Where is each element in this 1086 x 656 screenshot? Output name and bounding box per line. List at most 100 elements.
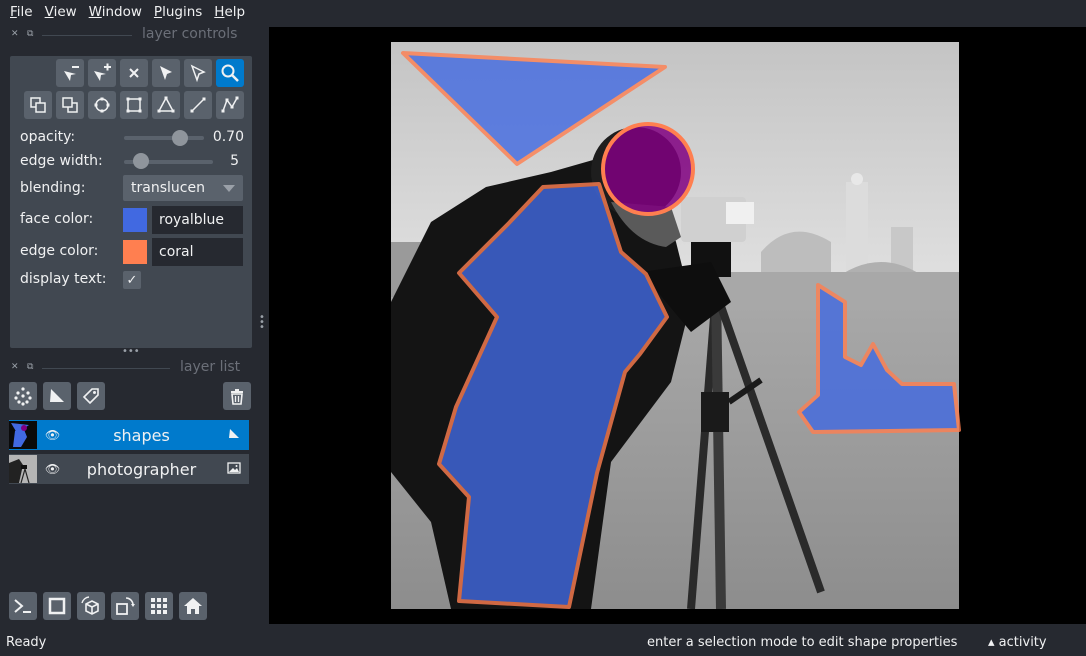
grid-view-button[interactable] [145, 592, 173, 620]
delete-shape-button[interactable] [120, 59, 148, 87]
add-point-button[interactable] [88, 59, 116, 87]
transpose-dims-button[interactable] [111, 592, 139, 620]
person-polygon-shape[interactable] [437, 182, 669, 609]
remove-point-icon [64, 66, 79, 81]
magnifier-icon [221, 64, 239, 82]
float-dock-icon[interactable]: ⧉ [27, 29, 33, 39]
chevron-down-icon [223, 185, 235, 192]
edge-color-swatch[interactable] [123, 240, 147, 264]
menu-help[interactable]: Help [208, 4, 251, 20]
layer-row-photographer[interactable]: 👁 photographer [9, 454, 249, 484]
grid-icon [151, 598, 167, 614]
cube-rotate-icon [81, 596, 99, 615]
close-dock-icon[interactable]: ✕ [11, 29, 19, 39]
dock-splitter-handle[interactable]: • • • [259, 313, 265, 333]
add-point-icon [94, 63, 111, 81]
layer-thumbnail [9, 455, 37, 483]
rectangle-icon [126, 97, 142, 113]
layer-list-title: layer list [180, 359, 241, 375]
layer-thumbnail [9, 421, 37, 449]
shapes-icon [50, 389, 64, 402]
triangle-icon [157, 96, 175, 113]
menu-window[interactable]: Window [83, 4, 148, 20]
blending-label: blending: [20, 180, 86, 196]
face-color-swatch[interactable] [123, 208, 147, 232]
move-back-icon [30, 97, 46, 113]
edge-width-value[interactable]: 5 [210, 153, 239, 169]
face-color-label: face color: [20, 211, 94, 227]
menu-bar: File View Window Plugins Help [0, 0, 1086, 24]
add-ellipse-button[interactable] [88, 91, 116, 119]
tag-icon [82, 388, 99, 405]
home-button[interactable] [179, 592, 207, 620]
edge-width-slider-handle[interactable] [133, 153, 149, 169]
new-labels-layer-button[interactable] [77, 382, 105, 410]
move-back-button[interactable] [24, 91, 52, 119]
home-icon [184, 598, 202, 614]
edge-width-label: edge width: [20, 153, 103, 169]
path-icon [221, 96, 239, 113]
delete-layer-button[interactable] [223, 382, 251, 410]
select-shape-button[interactable] [152, 59, 180, 87]
edge-color-input[interactable]: coral [152, 238, 243, 266]
new-shapes-layer-button[interactable] [43, 382, 71, 410]
remove-point-button[interactable] [56, 59, 84, 87]
layer-controls-title: layer controls [142, 26, 238, 42]
square-icon [48, 597, 66, 615]
move-front-button[interactable] [56, 91, 84, 119]
image-layer-type-icon [227, 461, 241, 479]
opacity-value[interactable]: 0.70 [206, 129, 244, 145]
blending-value: translucen [131, 180, 205, 196]
add-rectangle-button[interactable] [120, 91, 148, 119]
shapes-layer-type-icon [227, 427, 241, 445]
panel-splitter-handle[interactable]: ••• [122, 346, 140, 357]
add-polygon-button[interactable] [152, 91, 180, 119]
trash-icon [231, 389, 243, 405]
move-front-icon [62, 97, 78, 113]
toggle-ndisplay-button[interactable] [43, 592, 71, 620]
activity-button[interactable]: ▴ activity [988, 635, 1047, 650]
menu-file[interactable]: File [4, 4, 39, 20]
close-dock-icon[interactable]: ✕ [11, 362, 19, 372]
direct-select-button[interactable] [184, 59, 212, 87]
transpose-icon [116, 597, 135, 615]
menu-plugins[interactable]: Plugins [148, 4, 208, 20]
opacity-label: opacity: [20, 129, 76, 145]
l-shape-polygon[interactable] [797, 283, 961, 434]
title-divider [42, 35, 132, 36]
add-line-button[interactable] [184, 91, 212, 119]
shapes-overlay [401, 51, 961, 609]
new-points-layer-button[interactable] [9, 382, 37, 410]
layer-name[interactable]: photographer [49, 460, 234, 479]
edge-color-label: edge color: [20, 243, 99, 259]
viewer-canvas[interactable] [269, 27, 1086, 624]
menu-view[interactable]: View [39, 4, 83, 20]
add-path-button[interactable] [216, 91, 244, 119]
ellipse-shape[interactable] [601, 122, 695, 216]
console-button[interactable] [9, 592, 37, 620]
roll-dims-button[interactable] [77, 592, 105, 620]
status-bar: Ready enter a selection mode to edit sha… [0, 628, 1086, 656]
opacity-slider-handle[interactable] [172, 130, 188, 146]
layer-controls-panel: opacity: 0.70 edge width: 5 blending: tr… [10, 56, 252, 348]
status-message: Ready [6, 634, 47, 650]
pan-zoom-button[interactable] [216, 59, 244, 87]
face-color-input[interactable]: royalblue [152, 206, 243, 234]
line-icon [190, 97, 206, 113]
arrow-filled-icon [160, 66, 172, 80]
display-text-checkbox[interactable]: ✓ [123, 271, 141, 289]
display-text-label: display text: [20, 271, 107, 287]
layer-row-shapes[interactable]: 👁 shapes [9, 420, 249, 450]
close-icon [129, 68, 139, 78]
console-icon [14, 599, 31, 613]
points-icon [14, 387, 32, 406]
chevron-up-icon: ▴ [988, 634, 995, 650]
opacity-slider[interactable] [124, 136, 204, 140]
title-divider [42, 368, 170, 369]
status-hint: enter a selection mode to edit shape pro… [647, 634, 958, 650]
blending-select[interactable]: translucen [123, 175, 243, 201]
layer-name[interactable]: shapes [49, 426, 234, 445]
float-dock-icon[interactable]: ⧉ [27, 362, 33, 372]
arrow-outline-icon [190, 64, 206, 83]
activity-label: activity [998, 634, 1047, 650]
